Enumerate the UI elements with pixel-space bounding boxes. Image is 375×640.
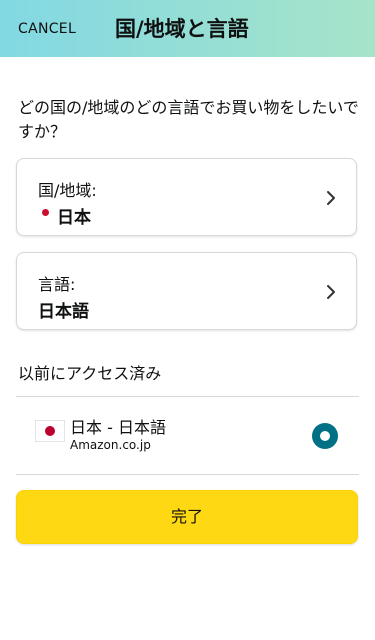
country-dot-icon <box>42 209 49 216</box>
cancel-button[interactable]: CANCEL <box>18 21 76 37</box>
language-label: 言語: <box>38 275 76 294</box>
question-text: どの国の/地域のどの言語でお買い物をしたいですか？ <box>18 98 359 141</box>
language-value: 日本語 <box>38 302 89 322</box>
language-selector[interactable]: 言語: 日本語 <box>16 252 357 330</box>
selected-radio-button[interactable] <box>312 423 338 449</box>
header-bar: CANCEL 国/地域と言語 <box>0 0 375 57</box>
country-region-value: 日本 <box>57 208 91 228</box>
divider <box>16 474 359 475</box>
done-button[interactable]: 完了 <box>16 490 358 544</box>
recent-item-title: 日本 - 日本語 <box>70 418 166 437</box>
country-region-selector[interactable]: 国/地域: 日本 <box>16 158 357 236</box>
chevron-right-icon <box>327 285 335 299</box>
recent-item-site: Amazon.co.jp <box>70 438 151 452</box>
japan-flag-icon <box>36 421 64 441</box>
recently-visited-heading: 以前にアクセス済み <box>18 364 162 383</box>
page-title: 国/地域と言語 <box>115 17 249 41</box>
recent-item-japan[interactable]: 日本 - 日本語 Amazon.co.jp <box>16 397 359 474</box>
chevron-right-icon <box>327 191 335 205</box>
country-region-label: 国/地域: <box>38 181 97 200</box>
